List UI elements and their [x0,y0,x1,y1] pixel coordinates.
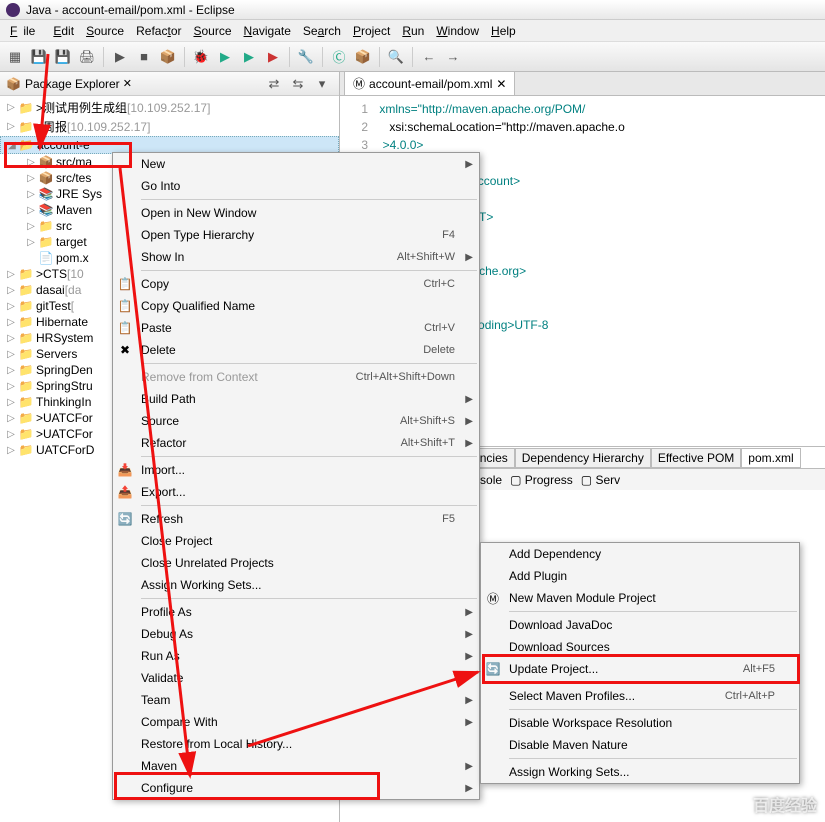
run-icon[interactable]: ▶ [214,46,236,68]
menu-bar[interactable]: File Edit Source Refactor Source Navigat… [0,20,825,42]
menu-disable-workspace-resolution[interactable]: Disable Workspace Resolution [481,712,799,734]
menu-copy-qualified-name[interactable]: 📋Copy Qualified Name [113,295,479,317]
new-class-icon[interactable]: Ⓒ [328,46,350,68]
coverage-icon[interactable]: ▶ [262,46,284,68]
menu-assign-working-sets-[interactable]: Assign Working Sets... [481,761,799,783]
debug-icon[interactable]: 🐞 [190,46,212,68]
save-all-icon[interactable]: 💾 [52,46,74,68]
menu-new[interactable]: New▶ [113,153,479,175]
menu-compare-with[interactable]: Compare With▶ [113,711,479,733]
menu-help[interactable]: Help [485,22,522,40]
menu-source[interactable]: SourceAlt+Shift+S▶ [113,410,479,432]
menu-profile-as[interactable]: Profile As▶ [113,601,479,623]
menu-delete[interactable]: ✖DeleteDelete [113,339,479,361]
menu-debug-as[interactable]: Debug As▶ [113,623,479,645]
menu-import-[interactable]: 📥Import... [113,459,479,481]
new-pkg-icon2[interactable]: 📦 [352,46,374,68]
xml-icon: Ⓜ [353,75,365,92]
bottom-tab[interactable]: Dependency Hierarchy [515,448,651,468]
back-icon[interactable]: ← [418,46,440,68]
main-toolbar: ▦ 💾 💾 🖨 ▶ ■ 📦 🐞 ▶ ▶ ▶ 🔧 Ⓒ 📦 🔍 ← → [0,42,825,72]
fwd-icon[interactable]: → [442,46,464,68]
filter-icon[interactable]: ▾ [311,73,333,95]
menu-file[interactable]: File [4,22,47,40]
title-bar: Java - account-email/pom.xml - Eclipse [0,0,825,20]
menu-source2[interactable]: Source [187,22,237,40]
tree-item[interactable]: ▷📁>测试用例生成组 [10.109.252.17] [0,98,339,117]
menu-validate[interactable]: Validate [113,667,479,689]
menu-maven[interactable]: Maven▶ [113,755,479,777]
menu-refresh[interactable]: 🔄RefreshF5 [113,508,479,530]
menu-select-maven-profiles-[interactable]: Select Maven Profiles...Ctrl+Alt+P [481,685,799,707]
search-icon[interactable]: 🔍 [385,46,407,68]
menu-download-javadoc[interactable]: Download JavaDoc [481,614,799,636]
new-icon[interactable]: ▦ [4,46,26,68]
menu-source[interactable]: Source [80,22,130,40]
menu-open-in-new-window[interactable]: Open in New Window [113,202,479,224]
menu-window[interactable]: Window [430,22,485,40]
menu-refactor[interactable]: Refactor [130,22,187,40]
menu-project[interactable]: Project [347,22,396,40]
link-icon[interactable]: ⇆ [287,73,309,95]
menu-disable-maven-nature[interactable]: Disable Maven Nature [481,734,799,756]
watermark: 百度经验 [753,792,817,816]
view-tab[interactable]: ▢ Serv [581,473,620,487]
editor-tabs[interactable]: Ⓜ account-email/pom.xml ✕ [340,72,825,96]
menu-new-maven-module-project[interactable]: ⓂNew Maven Module Project [481,587,799,609]
editor-tab-pom[interactable]: Ⓜ account-email/pom.xml ✕ [344,71,515,95]
menu-download-sources[interactable]: Download Sources [481,636,799,658]
menu-copy[interactable]: 📋CopyCtrl+C [113,273,479,295]
menu-close-project[interactable]: Close Project [113,530,479,552]
maven-submenu[interactable]: Add DependencyAdd PluginⓂNew Maven Modul… [480,542,800,784]
menu-configure[interactable]: Configure▶ [113,777,479,799]
explorer-header: 📦 Package Explorer ✕ ⇄ ⇆ ▾ [0,72,339,96]
menu-close-unrelated-projects[interactable]: Close Unrelated Projects [113,552,479,574]
menu-run-as[interactable]: Run As▶ [113,645,479,667]
menu-show-in[interactable]: Show InAlt+Shift+W▶ [113,246,479,268]
package-icon: 📦 [6,77,21,91]
new-pkg-icon[interactable]: 📦 [157,46,179,68]
eclipse-icon [6,3,20,17]
menu-paste[interactable]: 📋PasteCtrl+V [113,317,479,339]
menu-add-plugin[interactable]: Add Plugin [481,565,799,587]
close-icon[interactable]: ✕ [496,77,506,91]
bottom-tab[interactable]: pom.xml [741,448,800,468]
window-title: Java - account-email/pom.xml - Eclipse [26,3,235,17]
menu-navigate[interactable]: Navigate [238,22,297,40]
ext-tools-icon[interactable]: 🔧 [295,46,317,68]
collapse-icon[interactable]: ⇄ [263,73,285,95]
menu-add-dependency[interactable]: Add Dependency [481,543,799,565]
bottom-tab[interactable]: Effective POM [651,448,741,468]
menu-remove-from-context: Remove from ContextCtrl+Alt+Shift+Down [113,366,479,388]
menu-edit[interactable]: Edit [47,22,80,40]
tree-item[interactable]: ▷📁>周报 [10.109.252.17] [0,117,339,136]
run-last-icon[interactable]: ▶ [238,46,260,68]
menu-assign-working-sets-[interactable]: Assign Working Sets... [113,574,479,596]
stop-icon[interactable]: ■ [133,46,155,68]
skip-icon[interactable]: ▶ [109,46,131,68]
menu-build-path[interactable]: Build Path▶ [113,388,479,410]
menu-run[interactable]: Run [396,22,430,40]
menu-update-project-[interactable]: 🔄Update Project...Alt+F5 [481,658,799,680]
explorer-title: Package Explorer [25,77,120,91]
save-icon[interactable]: 💾 [28,46,50,68]
menu-refactor[interactable]: RefactorAlt+Shift+T▶ [113,432,479,454]
project-context-menu[interactable]: New▶Go Into Open in New WindowOpen Type H… [112,152,480,800]
menu-go-into[interactable]: Go Into [113,175,479,197]
print-icon[interactable]: 🖨 [76,46,98,68]
menu-search[interactable]: Search [297,22,347,40]
menu-export-[interactable]: 📤Export... [113,481,479,503]
menu-team[interactable]: Team▶ [113,689,479,711]
view-tab[interactable]: ▢ Progress [510,473,573,487]
menu-open-type-hierarchy[interactable]: Open Type HierarchyF4 [113,224,479,246]
menu-restore-from-local-history-[interactable]: Restore from Local History... [113,733,479,755]
